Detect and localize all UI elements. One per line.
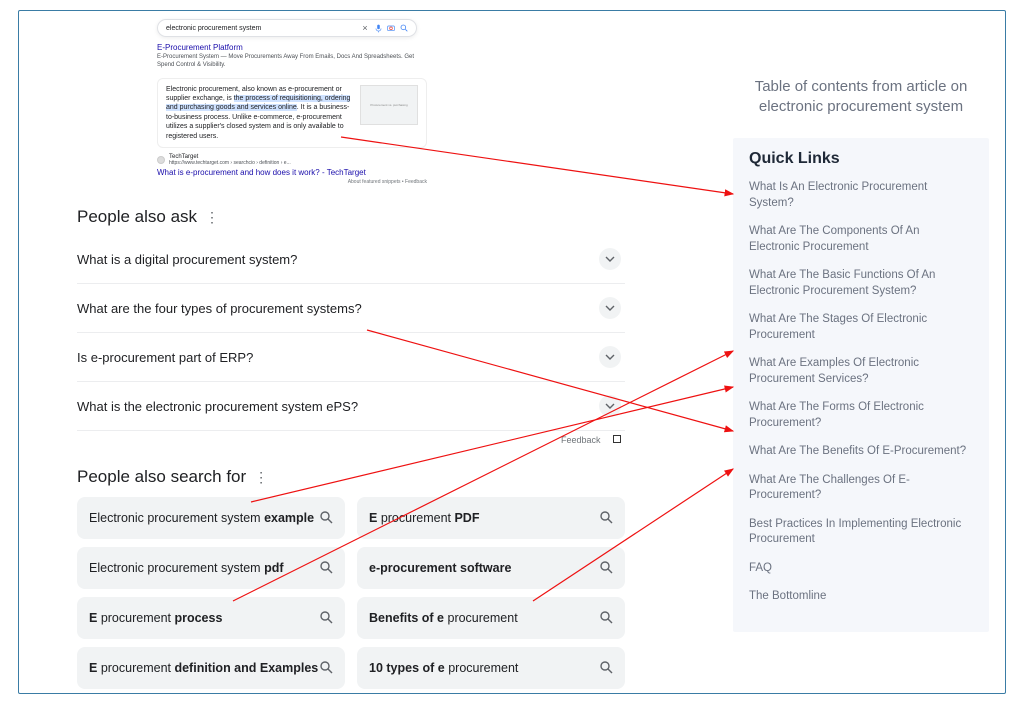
related-search-chip[interactable]: Benefits of e procurement xyxy=(357,597,625,639)
related-search-label: 10 types of e procurement xyxy=(369,661,518,675)
snippet-feedback[interactable]: About featured snippets • Feedback xyxy=(157,179,427,185)
paa-feedback-row: Feedback xyxy=(77,431,625,445)
related-search-chip[interactable]: E procurement PDF xyxy=(357,497,625,539)
related-search-chip[interactable]: 10 types of e procurement xyxy=(357,647,625,689)
serp-column: electronic procurement system × E-Procur… xyxy=(77,19,625,689)
ad-result-sub: E-Procurement System — Move Procurements… xyxy=(157,54,427,70)
chevron-down-icon[interactable] xyxy=(599,346,621,368)
quick-link-item[interactable]: The Bottomline xyxy=(749,589,973,605)
more-options-icon[interactable]: ⋮ xyxy=(205,209,219,226)
related-search-label: e-procurement software xyxy=(369,561,511,575)
quick-link-item[interactable]: What Are The Basic Functions Of An Elect… xyxy=(749,268,973,299)
quick-link-item[interactable]: What Is An Electronic Procurement System… xyxy=(749,180,973,211)
chevron-down-icon[interactable] xyxy=(599,248,621,270)
chevron-down-icon[interactable] xyxy=(599,297,621,319)
chevron-down-icon[interactable] xyxy=(599,395,621,417)
related-search-chip[interactable]: E procurement definition and Examples xyxy=(77,647,345,689)
search-icon xyxy=(599,610,613,627)
related-search-label: Benefits of e procurement xyxy=(369,611,518,625)
quick-link-item[interactable]: What Are The Benefits Of E-Procurement? xyxy=(749,444,973,460)
search-icon xyxy=(599,660,613,677)
lens-icon[interactable] xyxy=(387,24,395,32)
pasf-heading: People also search for ⋮ xyxy=(77,467,625,487)
quick-link-item[interactable]: FAQ xyxy=(749,561,973,577)
source-url: https://www.techtarget.com › searchcio ›… xyxy=(169,160,291,166)
search-bar[interactable]: electronic procurement system × xyxy=(157,19,417,37)
people-also-search-for: People also search for ⋮ Electronic proc… xyxy=(77,467,625,689)
quick-links-box: Quick Links What Is An Electronic Procur… xyxy=(733,138,989,632)
toc-caption: Table of contents from article on electr… xyxy=(733,77,989,116)
paa-heading: People also ask ⋮ xyxy=(77,207,625,227)
snippet-text: Electronic procurement, also known as e-… xyxy=(166,85,354,142)
annotation-marker xyxy=(613,435,621,443)
related-search-chip[interactable]: Electronic procurement system example xyxy=(77,497,345,539)
related-search-chip[interactable]: e-procurement software xyxy=(357,547,625,589)
paa-question[interactable]: What are the four types of procurement s… xyxy=(77,284,625,333)
related-search-label: E procurement definition and Examples xyxy=(89,661,318,675)
more-options-icon[interactable]: ⋮ xyxy=(254,469,268,486)
quick-link-item[interactable]: What Are Examples Of Electronic Procurem… xyxy=(749,356,973,387)
clear-icon[interactable]: × xyxy=(361,24,369,32)
toc-column: Table of contents from article on electr… xyxy=(733,77,989,632)
paa-question[interactable]: Is e-procurement part of ERP? xyxy=(77,333,625,382)
search-icon xyxy=(599,510,613,527)
favicon-icon xyxy=(157,156,165,164)
related-search-label: Electronic procurement system example xyxy=(89,511,314,525)
search-icon xyxy=(599,560,613,577)
paa-question-text: What is the electronic procurement syste… xyxy=(77,399,358,414)
paa-heading-text: People also ask xyxy=(77,207,197,227)
ad-result-title[interactable]: E-Procurement Platform xyxy=(157,43,427,52)
quick-link-item[interactable]: What Are The Challenges Of E-Procurement… xyxy=(749,473,973,504)
paa-question[interactable]: What is the electronic procurement syste… xyxy=(77,382,625,431)
people-also-ask: People also ask ⋮ What is a digital proc… xyxy=(77,207,625,445)
pasf-heading-text: People also search for xyxy=(77,467,246,487)
related-search-chip[interactable]: E procurement process xyxy=(77,597,345,639)
quick-link-item[interactable]: What Are The Stages Of Electronic Procur… xyxy=(749,312,973,343)
snippet-thumbnail[interactable]: Procurement vs. purchasing xyxy=(360,85,418,125)
paa-feedback-link[interactable]: Feedback xyxy=(561,435,601,445)
page-frame: electronic procurement system × E-Procur… xyxy=(18,10,1006,694)
mic-icon[interactable] xyxy=(374,24,382,32)
related-search-label: Electronic procurement system pdf xyxy=(89,561,284,575)
search-icon[interactable] xyxy=(400,24,408,32)
result-source: TechTarget https://www.techtarget.com › … xyxy=(157,154,427,166)
thumb-caption: Procurement vs. purchasing xyxy=(370,103,407,107)
search-icon xyxy=(319,660,333,677)
search-query[interactable]: electronic procurement system xyxy=(166,25,361,32)
quick-link-item[interactable]: What Are The Forms Of Electronic Procure… xyxy=(749,400,973,431)
related-search-label: E procurement process xyxy=(89,611,222,625)
paa-question-text: What is a digital procurement system? xyxy=(77,252,297,267)
search-bar-icons: × xyxy=(361,24,408,32)
serp-mini: electronic procurement system × E-Procur… xyxy=(157,19,427,185)
related-search-label: E procurement PDF xyxy=(369,511,479,525)
quick-links-heading: Quick Links xyxy=(749,150,973,168)
paa-question[interactable]: What is a digital procurement system? xyxy=(77,235,625,284)
featured-snippet: Electronic procurement, also known as e-… xyxy=(157,78,427,149)
quick-link-item[interactable]: Best Practices In Implementing Electroni… xyxy=(749,517,973,548)
related-search-chip[interactable]: Electronic procurement system pdf xyxy=(77,547,345,589)
paa-question-text: Is e-procurement part of ERP? xyxy=(77,350,253,365)
paa-question-text: What are the four types of procurement s… xyxy=(77,301,362,316)
search-icon xyxy=(319,510,333,527)
quick-link-item[interactable]: What Are The Components Of An Electronic… xyxy=(749,224,973,255)
result-title-link[interactable]: What is e-procurement and how does it wo… xyxy=(157,168,427,177)
search-icon xyxy=(319,560,333,577)
search-icon xyxy=(319,610,333,627)
